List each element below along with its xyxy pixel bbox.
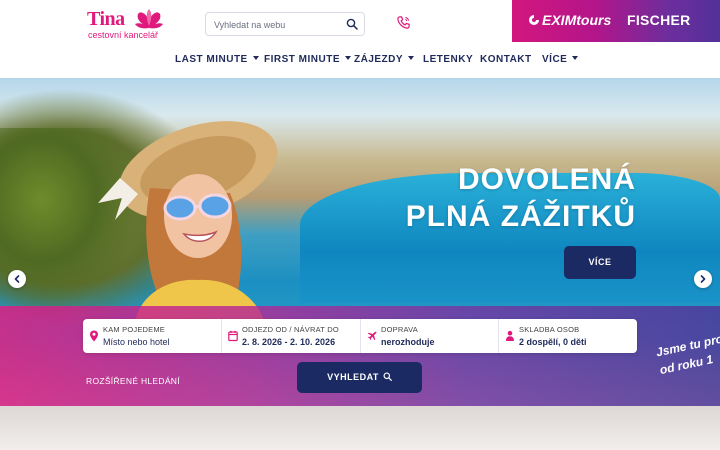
tina-logo[interactable]: Tina cestovní kancelář [87,6,167,42]
nav-item-first-minute[interactable]: FIRST MINUTE [264,54,351,65]
search-icon[interactable] [346,18,358,30]
search-icon [383,372,392,381]
dates-field[interactable]: ODJEZD OD / NÁVRAT DO 2. 8. 2026 - 2. 10… [221,319,360,353]
fischer-logo[interactable]: FISCHER [627,12,691,28]
nav-item-vice[interactable]: VÍCE [542,54,579,65]
destination-field[interactable]: KAM POJEDEME Místo nebo hotel [83,319,221,353]
logo-subtitle: cestovní kancelář [88,30,159,40]
chevron-left-icon [14,275,20,283]
hero-more-button[interactable]: VÍCE [564,246,636,279]
nav-item-zajezdy[interactable]: ZÁJEZDY [354,54,415,65]
site-search-input[interactable] [214,17,342,32]
airplane-icon [367,331,377,341]
caret-down-icon [408,56,415,60]
partner-banner[interactable]: EXIMtours FISCHER [512,0,720,42]
caret-down-icon [572,56,579,60]
exim-tours-label: EXIMtours [542,12,612,28]
destination-value: Místo nebo hotel [103,337,170,347]
slider-next-button[interactable] [694,270,712,288]
exim-swirl-icon [529,15,539,25]
person-icon [506,330,514,341]
chevron-right-icon [700,275,706,283]
nav-item-last-minute[interactable]: LAST MINUTE [175,54,259,65]
advanced-search-link[interactable]: ROZŠÍŘENÉ HLEDÁNÍ [86,376,180,386]
caret-down-icon [345,56,351,60]
party-label: SKLADBA OSOB [519,325,580,334]
dates-value: 2. 8. 2026 - 2. 10. 2026 [242,337,336,347]
nav-item-label: ZÁJEZDY [354,54,404,65]
nav-item-label: FIRST MINUTE [264,54,340,65]
party-field[interactable]: SKLADBA OSOB 2 dospělí, 0 děti [498,319,637,353]
nav-item-letenky[interactable]: LETENKY [423,54,473,65]
top-header: Tina cestovní kancelář EXIMtours FISCHER [0,0,720,45]
dates-label: ODJEZD OD / NÁVRAT DO [242,325,339,334]
destination-label: KAM POJEDEME [103,325,165,334]
phone-icon[interactable] [396,15,411,30]
hero-title-line1: DOVOLENÁ [457,163,636,196]
logo-name: Tina [87,8,125,30]
trip-search-form: KAM POJEDEME Místo nebo hotel ODJEZD OD … [83,319,637,353]
calendar-icon [228,330,238,342]
hero-slider: DOVOLENÁ PLNÁ ZÁŽITKŮ VÍCE Jsme tu pro o… [0,78,720,450]
party-value: 2 dospělí, 0 děti [519,337,587,347]
hero-bottom-fade [0,406,720,450]
transport-label: DOPRAVA [381,325,418,334]
nav-item-label: KONTAKT [480,54,532,65]
hero-title-line2: PLNÁ ZÁŽITKŮ [405,200,636,233]
search-submit-button[interactable]: VYHLEDAT [297,362,422,393]
map-pin-icon [90,330,98,342]
nav-item-kontakt[interactable]: KONTAKT [480,54,532,65]
main-nav: LAST MINUTE FIRST MINUTE ZÁJEZDY LETENKY… [0,45,720,75]
search-submit-label: VYHLEDAT [327,372,379,382]
exim-tours-logo[interactable]: EXIMtours [528,12,611,28]
hero-woman-image [98,121,278,323]
nav-item-label: LAST MINUTE [175,54,248,65]
slider-prev-button[interactable] [8,270,26,288]
transport-value: nerozhoduje [381,337,435,347]
site-search [205,12,365,36]
nav-item-label: VÍCE [542,54,568,65]
caret-down-icon [252,56,259,60]
nav-item-label: LETENKY [423,54,474,65]
transport-field[interactable]: DOPRAVA nerozhoduje [360,319,498,353]
flower-logo-icon [135,9,163,29]
